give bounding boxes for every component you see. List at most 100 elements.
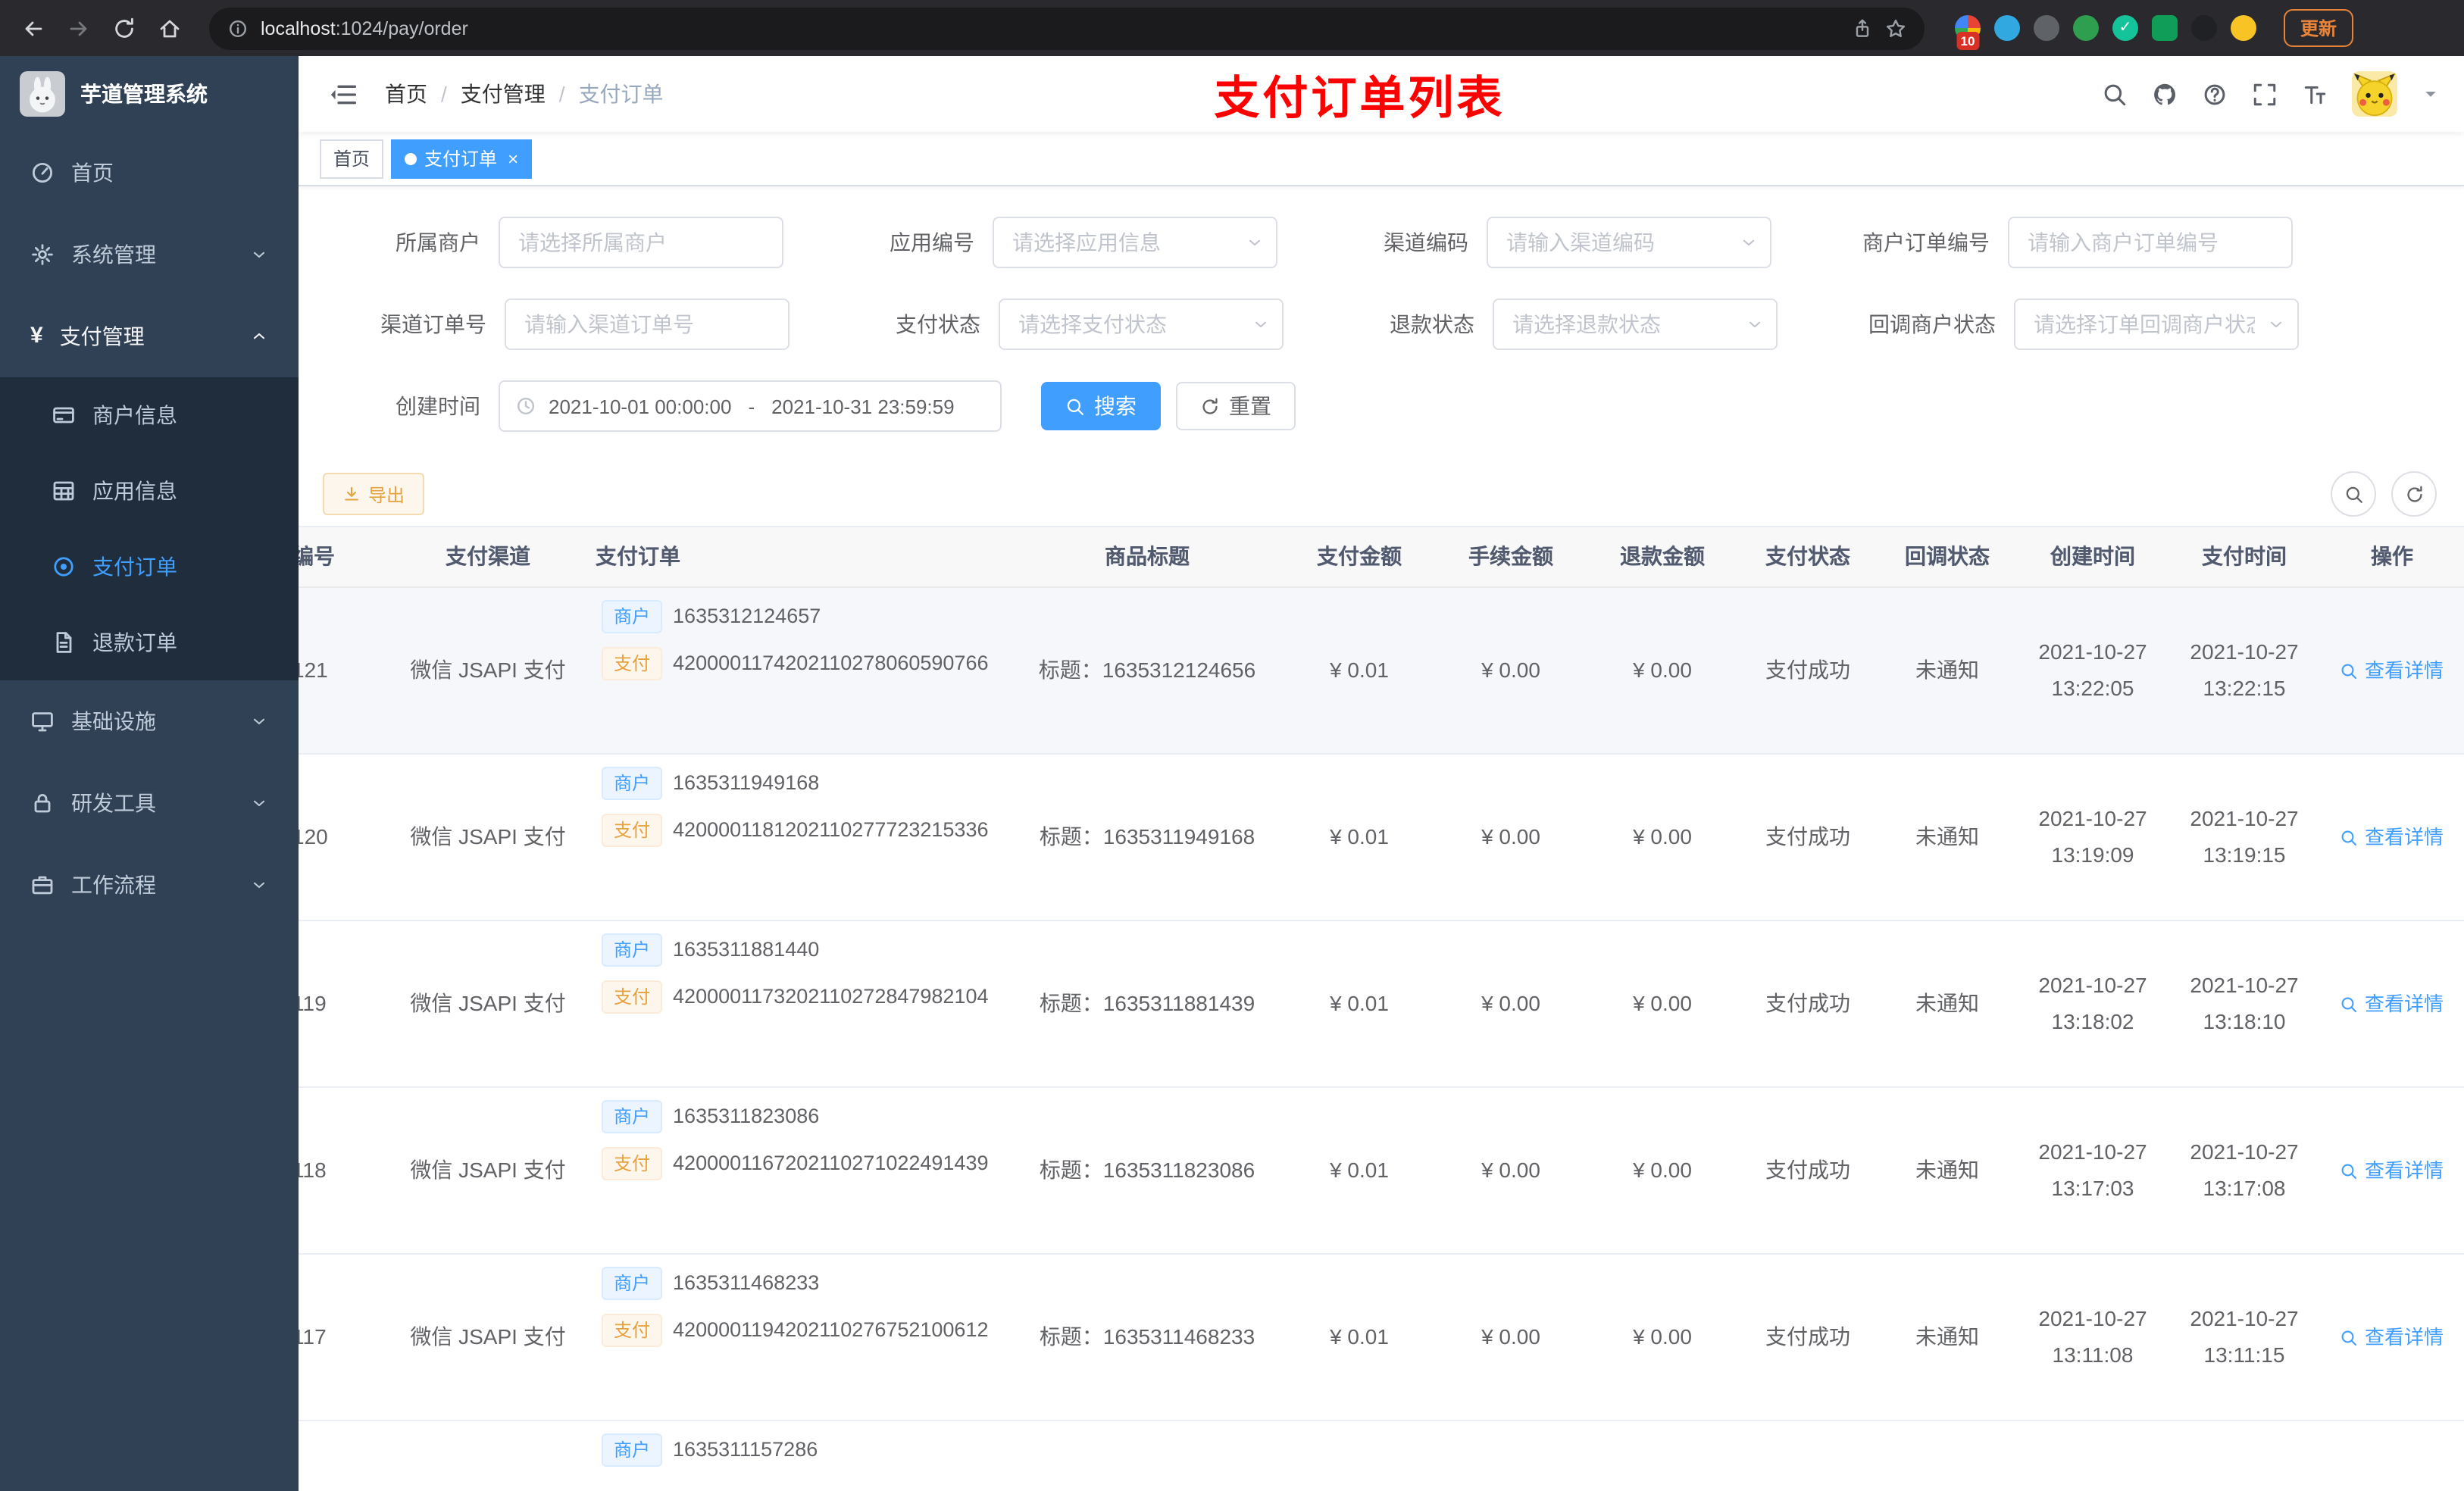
search-icon[interactable] xyxy=(2102,81,2128,107)
merchant-tag: 商户 xyxy=(602,600,663,633)
ext-green-icon[interactable] xyxy=(2073,15,2099,41)
update-button[interactable]: 更新 xyxy=(2284,9,2354,47)
sidebar-item-merchant-info[interactable]: 商户信息 xyxy=(0,377,299,453)
pay-order-no: 4200001167202110271022491439 xyxy=(673,1151,989,1174)
cell-create_time: 2021-10-27 13:22:05 xyxy=(2038,639,2147,699)
site-info-icon[interactable] xyxy=(227,17,249,39)
col-refund: 退款金额 xyxy=(1620,544,1705,568)
col-title: 商品标题 xyxy=(1105,544,1190,568)
cell-status: 支付成功 xyxy=(1765,1158,1850,1182)
bookmark-star-icon[interactable] xyxy=(1885,17,1906,39)
merchant-tag: 商户 xyxy=(602,767,663,800)
cell-pay_time xyxy=(2169,1421,2320,1491)
breadcrumb-payment[interactable]: 支付管理 xyxy=(461,79,546,109)
ext-check-icon[interactable]: ✓ xyxy=(2112,15,2138,41)
sidebar-item-app-info[interactable]: 应用信息 xyxy=(0,453,299,529)
reset-button[interactable]: 重置 xyxy=(1176,382,1296,430)
tab-close-icon[interactable]: × xyxy=(508,148,518,169)
ext-face-icon[interactable] xyxy=(2231,15,2256,41)
cell-fee: ¥ 0.00 xyxy=(1481,658,1540,682)
forward-icon[interactable] xyxy=(58,7,100,49)
address-bar[interactable]: localhost:1024/pay/order xyxy=(209,7,1925,49)
pay-order-no: 4200001174202110278060590766 xyxy=(673,651,989,674)
fullscreen-icon[interactable] xyxy=(2252,81,2278,107)
filter-refund-status: 退款状态 xyxy=(1329,299,1778,350)
cell-amount xyxy=(1284,1421,1435,1491)
pay-status-select[interactable] xyxy=(999,299,1284,350)
sidebar-item-label: 退款订单 xyxy=(92,630,177,655)
font-size-icon[interactable] xyxy=(2302,81,2328,107)
tab-payment-order[interactable]: 支付订单 × xyxy=(391,139,533,178)
merchant-order-no-input[interactable] xyxy=(2008,217,2293,268)
tab-home[interactable]: 首页 xyxy=(320,139,384,178)
cell-fee xyxy=(1435,1421,1587,1491)
ext-blue-icon[interactable] xyxy=(1994,15,2020,41)
sidebar-item-payment-order[interactable]: 支付订单 xyxy=(0,529,299,605)
table-row: 119 微信 JSAPI 支付 商户 1635311881440 支付 420000117… xyxy=(299,921,2464,1088)
filter-pay-status: 支付状态 xyxy=(835,299,1284,350)
breadcrumb-home[interactable]: 首页 xyxy=(385,79,427,109)
sidebar-item-infrastructure[interactable]: 基础设施 xyxy=(0,680,299,762)
pay-tag: 支付 xyxy=(602,980,663,1014)
table-row: 121 微信 JSAPI 支付 商户 1635312124657 支付 420000117… xyxy=(299,588,2464,755)
cell-notify: 未通知 xyxy=(1915,1324,1979,1349)
cell-action: 查看详情 xyxy=(2320,755,2464,920)
hamburger-icon[interactable] xyxy=(323,80,364,108)
sidebar-item-label: 支付管理 xyxy=(59,324,145,349)
pay-tag: 支付 xyxy=(602,647,663,680)
extensions-badge: 10 xyxy=(1956,32,1980,50)
refund-status-select[interactable] xyxy=(1493,299,1778,350)
app-no-select[interactable] xyxy=(993,217,1277,268)
sidebar-item-payment-management[interactable]: ¥ 支付管理 xyxy=(0,295,299,377)
create-time-range-picker[interactable]: 2021-10-01 00:00:00 - 2021-10-31 23:59:5… xyxy=(499,380,1002,432)
view-detail-link[interactable]: 查看详情 xyxy=(2340,823,2444,852)
extensions-puzzle-icon[interactable]: 10 xyxy=(1955,15,1981,50)
filter-label: 所属商户 xyxy=(396,230,480,255)
col-status: 支付状态 xyxy=(1765,544,1850,568)
user-avatar[interactable] xyxy=(2352,71,2397,117)
table-row: 117 微信 JSAPI 支付 商户 1635311468233 支付 420000119… xyxy=(299,1255,2464,1421)
cell-notify: 未通知 xyxy=(1915,824,1979,849)
avatar-caret-down-icon[interactable] xyxy=(2422,85,2440,103)
help-icon[interactable] xyxy=(2202,81,2228,107)
app-logo[interactable]: 芋道管理系统 xyxy=(0,56,299,132)
sidebar-item-refund-order[interactable]: 退款订单 xyxy=(0,605,299,680)
cell-id: 121 xyxy=(299,658,328,682)
share-icon[interactable] xyxy=(1852,17,1873,39)
view-detail-link[interactable]: 查看详情 xyxy=(2340,989,2444,1019)
toggle-search-button[interactable] xyxy=(2331,471,2376,517)
search-icon xyxy=(2340,995,2359,1013)
home-icon[interactable] xyxy=(149,7,191,49)
back-icon[interactable] xyxy=(12,7,55,49)
channel-order-no-input[interactable] xyxy=(505,299,790,350)
sidebar-item-home[interactable]: 首页 xyxy=(0,132,299,214)
github-icon[interactable] xyxy=(2152,81,2178,107)
ext-dark-icon[interactable] xyxy=(2191,15,2217,41)
cell-action: 查看详情 xyxy=(2320,921,2464,1086)
view-detail-link[interactable]: 查看详情 xyxy=(2340,656,2444,686)
col-action: 操作 xyxy=(2371,544,2413,568)
ext-gray-icon[interactable] xyxy=(2034,15,2059,41)
sidebar-item-system-management[interactable]: 系统管理 xyxy=(0,214,299,295)
sidebar-item-dev-tools[interactable]: 研发工具 xyxy=(0,762,299,844)
view-detail-link[interactable]: 查看详情 xyxy=(2340,1323,2444,1352)
cell-title xyxy=(1011,1421,1284,1491)
logo-avatar-icon xyxy=(20,71,65,117)
merchant-tag: 商户 xyxy=(602,1433,663,1467)
search-button[interactable]: 搜索 xyxy=(1041,382,1161,430)
channel-code-select[interactable] xyxy=(1487,217,1771,268)
sidebar-item-workflow[interactable]: 工作流程 xyxy=(0,844,299,926)
notify-status-select[interactable] xyxy=(2014,299,2299,350)
cell-refund: ¥ 0.00 xyxy=(1633,824,1692,849)
ext-square-icon[interactable] xyxy=(2152,15,2178,41)
export-button[interactable]: 导出 xyxy=(323,473,425,515)
cell-pay_time: 2021-10-27 13:18:10 xyxy=(2190,973,2299,1033)
cell-refund: ¥ 0.00 xyxy=(1633,1324,1692,1349)
cell-order: 商户 1635311881440 支付 42000011732021102728479… xyxy=(586,921,1011,1086)
cell-create_time: 2021-10-27 13:11:08 xyxy=(2038,1306,2147,1366)
refresh-table-button[interactable] xyxy=(2391,471,2437,517)
merchant-input[interactable] xyxy=(499,217,783,268)
topbar: 首页 / 支付管理 / 支付订单 支付订单列表 xyxy=(299,56,2464,132)
reload-icon[interactable] xyxy=(103,7,145,49)
view-detail-link[interactable]: 查看详情 xyxy=(2340,1156,2444,1186)
